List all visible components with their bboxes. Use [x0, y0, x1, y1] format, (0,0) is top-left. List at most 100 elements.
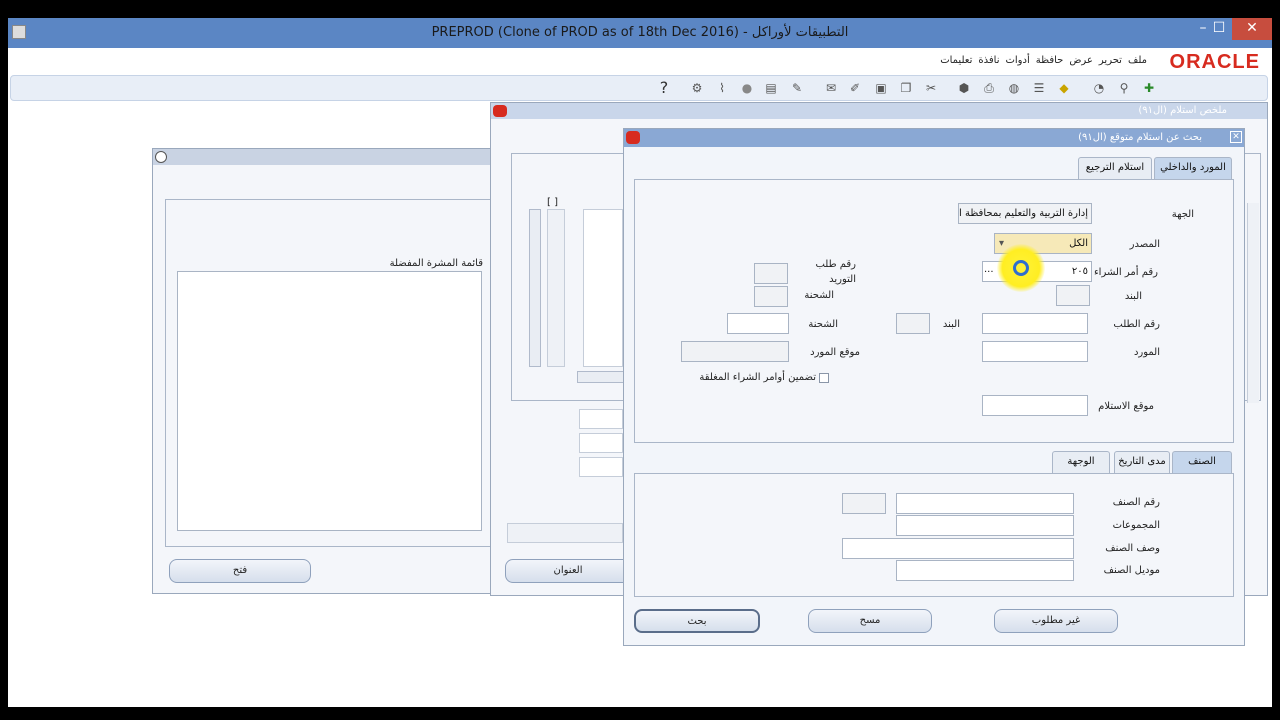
menu-file[interactable]: ملف: [1128, 55, 1147, 66]
req-supply-field[interactable]: [754, 263, 788, 284]
tab-destination[interactable]: الوجهة: [1052, 451, 1110, 473]
receipts-title: ملخص استلام (ال٩١): [1138, 105, 1227, 116]
save-icon[interactable]: ◆: [1056, 80, 1072, 96]
item-number-field[interactable]: [896, 493, 1074, 514]
menu-tools[interactable]: أدوات: [1005, 55, 1029, 66]
find-dialog-title: بحث عن استلام متوقع (ال٩١): [1078, 132, 1202, 143]
req-number-label: رقم الطلب: [1113, 319, 1160, 330]
summary-field-3[interactable]: [579, 457, 623, 477]
new-record-icon[interactable]: ✐: [847, 80, 863, 96]
po-lov-button[interactable]: ...: [984, 263, 998, 279]
find-icon[interactable]: ⚲: [1116, 80, 1132, 96]
item-model-field[interactable]: [896, 560, 1074, 581]
shipment-label-2: الشحنة: [808, 319, 838, 330]
shipment-field-1[interactable]: [754, 286, 788, 307]
tab-date-range[interactable]: مدى التاريخ: [1114, 451, 1170, 473]
req-supply-label: رقم طلب التوريد: [815, 259, 856, 285]
menu-bar: ORACLE ملف تحرير عرض حافظة أدوات نافذة ت…: [8, 48, 1272, 76]
menu-folder[interactable]: حافظة: [1036, 55, 1064, 66]
find-dialog-titlebar: بحث عن استلام متوقع (ال٩١): [624, 129, 1244, 147]
tab-item[interactable]: الصنف: [1172, 451, 1232, 473]
categories-label: المجموعات: [1112, 520, 1160, 531]
oracle-dialog-icon: [626, 131, 640, 144]
line-field[interactable]: [1056, 285, 1090, 306]
favorites-list-label: قائمة المشرة المفضلة: [389, 258, 483, 269]
menu-view[interactable]: عرض: [1069, 55, 1093, 66]
receipts-titlebar: ملخص استلام (ال٩١): [491, 103, 1267, 119]
oracle-app-window: PREPROD (Clone of PROD as of 18th Dec 20…: [8, 18, 1272, 707]
paste-icon[interactable]: ▣: [873, 80, 889, 96]
folder-tools-icon[interactable]: ▤: [763, 80, 779, 96]
edit-field-icon[interactable]: ✎: [789, 80, 805, 96]
print-icon[interactable]: ⎙: [981, 80, 997, 96]
zoom-icon[interactable]: ◔: [1091, 80, 1107, 96]
supplier-label: المورد: [1133, 347, 1160, 358]
supplier-site-label: موقع المورد: [810, 347, 860, 358]
oracle-logo: ORACLE: [1169, 51, 1260, 73]
record-icon[interactable]: ●: [739, 80, 755, 96]
supplier-site-field[interactable]: [681, 341, 789, 362]
status-field: [507, 523, 623, 543]
shipment-field-2[interactable]: [727, 313, 789, 334]
toolbar: ? ⚙ ⌇ ● ▤ ✎ ✉ ✐ ▣ ❐ ✂ ⬢ ⎙ ◍ ☰ ◆ ◔ ⚲ ✚: [10, 75, 1268, 101]
open-button[interactable]: فتح: [169, 559, 311, 583]
vertical-scrollbar[interactable]: [529, 209, 541, 367]
item-description-field[interactable]: [842, 538, 1074, 559]
record-indicator-column: [547, 209, 565, 367]
item-number-label: رقم الصنف: [1112, 497, 1160, 508]
cut-icon[interactable]: ✂: [923, 80, 939, 96]
forms-desktop: قائمة المشرة المفضلة فتح ملخص استلام (ال…: [8, 102, 1272, 707]
tab-rma[interactable]: استلام الترجيع: [1078, 157, 1152, 179]
org-label: الجهة: [1171, 209, 1194, 220]
navigator-window: قائمة المشرة المفضلة فتح: [152, 148, 492, 594]
switch-resp-icon[interactable]: ⬢: [956, 80, 972, 96]
receipt-location-field[interactable]: [982, 395, 1088, 416]
menu-items: ملف تحرير عرض حافظة أدوات نافذة تعليمات: [940, 55, 1147, 66]
item-revision-field[interactable]: [842, 493, 886, 514]
item-model-label: موديل الصنف: [1103, 565, 1160, 576]
window-titlebar: PREPROD (Clone of PROD as of 18th Dec 20…: [8, 18, 1272, 48]
open-icon[interactable]: ✚: [1141, 80, 1157, 96]
cursor-highlight: [997, 244, 1045, 292]
clear-record-icon[interactable]: ✉: [823, 80, 839, 96]
find-button[interactable]: بحث: [634, 609, 760, 633]
find-expected-receipts-dialog: بحث عن استلام متوقع (ال٩١) ✕ المورد والد…: [623, 128, 1245, 646]
clear-button[interactable]: مسح: [808, 609, 932, 633]
req-number-field[interactable]: [982, 313, 1088, 334]
address-button[interactable]: العنوان: [505, 559, 631, 583]
column-select-brackets: [ ]: [547, 197, 558, 208]
summary-field-2[interactable]: [579, 433, 623, 453]
close-button[interactable]: ✕: [1232, 18, 1272, 40]
tab-supplier-internal[interactable]: المورد والداخلي: [1154, 157, 1232, 179]
horizontal-scrollbar[interactable]: [577, 371, 627, 383]
menu-help[interactable]: تعليمات: [940, 55, 972, 66]
save-proceed-icon[interactable]: ◍: [1006, 80, 1022, 96]
not-required-button[interactable]: غير مطلوب: [994, 609, 1118, 633]
shipment-label-1: الشحنة: [804, 290, 834, 301]
summary-field-1[interactable]: [579, 409, 623, 429]
navigator-clock-icon: [155, 151, 167, 163]
include-closed-checkbox[interactable]: [819, 373, 829, 383]
categories-field[interactable]: [896, 515, 1074, 536]
receipts-grid-column[interactable]: [583, 209, 623, 367]
menu-edit[interactable]: تحرير: [1099, 55, 1122, 66]
help-icon[interactable]: ?: [656, 80, 672, 96]
dialog-close-icon[interactable]: ✕: [1230, 131, 1242, 143]
navigator-titlebar: [153, 149, 491, 165]
navigator-icon[interactable]: ☰: [1031, 80, 1047, 96]
supplier-field[interactable]: [982, 341, 1088, 362]
cursor-ring-icon: [1013, 260, 1029, 276]
translate-icon[interactable]: ⚙: [689, 80, 705, 96]
item-description-label: وصف الصنف: [1105, 543, 1160, 554]
line-field-2[interactable]: [896, 313, 930, 334]
window-title: PREPROD (Clone of PROD as of 18th Dec 20…: [431, 25, 849, 40]
org-field[interactable]: إدارة التربية والتعليم بمحافظة الم: [958, 203, 1092, 224]
include-closed-label: تضمين أوامر الشراء المغلقة: [699, 372, 816, 383]
menu-window[interactable]: نافذة: [978, 55, 999, 66]
source-value: الكل: [1069, 238, 1088, 249]
right-edge-strip: [1247, 203, 1259, 403]
attachment-icon[interactable]: ⌇: [714, 80, 730, 96]
copy-icon[interactable]: ❐: [898, 80, 914, 96]
maximize-button[interactable]: ☐: [1204, 18, 1234, 40]
favorites-list[interactable]: [177, 271, 482, 531]
